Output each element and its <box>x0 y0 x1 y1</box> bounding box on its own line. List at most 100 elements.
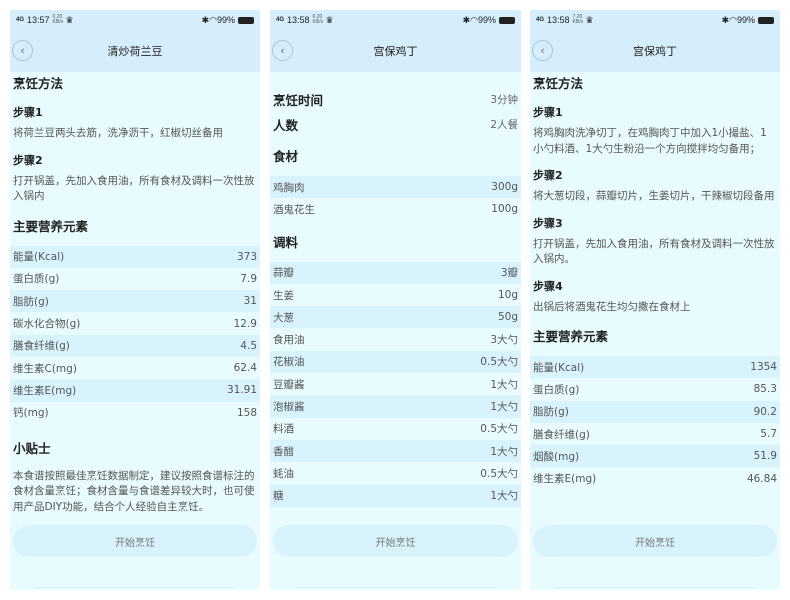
seasoning-name: 生姜 <box>273 289 294 302</box>
nutrition-name: 碳水化合物(g) <box>13 318 81 331</box>
info-name: 烹饪时间 <box>273 93 324 108</box>
step-title: 步骤2 <box>533 169 563 182</box>
scroll-content[interactable]: 烹饪方法 步骤1 将荷兰豆两头去筋，洗净沥干，红椒切丝备用 步骤2 打开锅盖，先加入食用… <box>10 72 260 527</box>
phone-screen-stir-fried-snow-peas: 4G 13:57 0.20 KB/s ♛ ✱ ◠ 99% ‹ 清炒荷兰豆 烹饪方法 步骤1 将荷兰… <box>10 10 260 590</box>
seasoning-name: 料酒 <box>273 423 294 436</box>
network-speed: 0.20 KB/s <box>52 14 64 25</box>
nutrition-name: 烟酸(mg) <box>533 450 580 463</box>
seasoning-name: 香醋 <box>273 445 294 458</box>
ingredient-table: 鸡胸肉 300g 酒鬼花生 100g <box>270 176 521 221</box>
scroll-content[interactable]: 烹饪时间 3分钟 人数 2人餐 食材 鸡胸肉 300g 酒鬼花生 100g 调料 蒜瓣 3瓣 生姜 10g… <box>270 72 521 527</box>
nutrition-row: 维生素E(mg) 31.91 <box>10 379 260 402</box>
crown-icon: ♛ <box>65 14 74 25</box>
seasoning-row: 糖 1大勺 <box>270 484 521 507</box>
battery-icon <box>499 16 515 24</box>
seasoning-name: 糖 <box>273 490 284 503</box>
nutrition-name: 膳食纤维(g) <box>13 340 70 353</box>
section-title-seasonings: 调料 <box>273 234 299 250</box>
seasoning-name: 食用油 <box>273 334 305 347</box>
tips-text: 本食谱按照最佳烹饪数据制定，建议按照食谱标注的食材含量烹饪；食材含量与食谱差异较… <box>13 469 255 513</box>
nutrition-row: 蛋白质(g) 7.9 <box>10 268 260 290</box>
clock: 13:58 <box>547 15 570 25</box>
battery-percent: 99% <box>477 15 496 25</box>
section-title-tips: 小贴士 <box>13 440 51 456</box>
seasoning-value: 1大勺 <box>490 445 518 458</box>
back-button[interactable]: ‹ <box>12 40 33 61</box>
start-cooking-button[interactable]: 开始烹饪 <box>273 525 518 557</box>
info-row: 烹饪时间 3分钟 <box>270 87 521 112</box>
step-title: 步骤4 <box>533 279 563 293</box>
status-bar: 4G 13:58 7.20 KB/s ♛ ✱ ◠ 99% <box>530 10 780 30</box>
seasoning-row: 料酒 0.5大勺 <box>270 418 521 440</box>
info-list: 烹饪时间 3分钟人数 2人餐 <box>270 87 521 137</box>
nutrition-value: 31.91 <box>226 384 257 397</box>
bluetooth-icon: ✱ <box>201 14 210 25</box>
seasoning-row: 大葱 50g <box>270 306 521 329</box>
header: ‹ 宫保鸡丁 <box>270 30 521 72</box>
seasoning-row: 花椒油 0.5大勺 <box>270 350 521 374</box>
network-speed: 0.20 KB/s <box>312 14 324 25</box>
nutrition-name: 维生素C(mg) <box>13 362 77 375</box>
network-speed: 7.20 KB/s <box>572 14 584 25</box>
ingredient-name: 鸡胸肉 <box>273 181 305 194</box>
start-cooking-button[interactable]: 开始烹饪 <box>533 525 777 557</box>
phone-screen-kung-pao-ingredients: 4G 13:58 0.20 KB/s ♛ ✱ ◠ 99% ‹ 宫保鸡丁烹饪时间 3分钟人数 2人… <box>270 10 521 590</box>
nutrition-value: 12.9 <box>233 317 257 330</box>
seasoning-value: 1大勺 <box>490 378 518 391</box>
seasoning-value: 3瓣 <box>500 267 518 280</box>
step-title: 步骤1 <box>533 106 563 119</box>
back-button[interactable]: ‹ <box>272 40 293 61</box>
ingredient-value: 300g <box>491 181 518 194</box>
nutrition-name: 膳食纤维(g) <box>533 428 590 441</box>
nutrition-row: 蛋白质(g) 85.3 <box>530 378 780 400</box>
network-indicator: 4G <box>536 17 545 23</box>
wifi-icon: ◠ <box>729 14 737 25</box>
seasoning-row: 香醋 1大勺 <box>270 439 521 463</box>
nutrition-value: 90.2 <box>753 405 777 418</box>
status-bar: 4G 13:57 0.20 KB/s ♛ ✱ ◠ 99% <box>10 10 260 30</box>
nutrition-row: 脂肪(g) 31 <box>10 290 260 313</box>
seasoning-row: 蒜瓣 3瓣 <box>270 261 521 284</box>
seasoning-value: 1大勺 <box>490 490 518 503</box>
nutrition-value: 158 <box>236 406 257 419</box>
seasoning-row: 食用油 3大勺 <box>270 328 521 350</box>
start-cooking-button[interactable]: 开始烹饪 <box>13 525 257 557</box>
info-name: 人数 <box>273 118 299 133</box>
nutrition-row: 脂肪(g) 90.2 <box>530 400 780 423</box>
ingredient-row: 酒鬼花生 100g <box>270 198 521 220</box>
clock: 13:57 <box>27 15 50 25</box>
seasoning-name: 豆瓣酱 <box>273 378 305 391</box>
seasoning-value: 3大勺 <box>490 334 518 347</box>
nutrition-row: 膳食纤维(g) 5.7 <box>530 423 780 445</box>
page-title: 清炒荷兰豆 <box>107 45 163 58</box>
nutrition-name: 能量(Kcal) <box>533 361 585 374</box>
nutrition-name: 脂肪(g) <box>13 295 49 308</box>
seasoning-table: 蒜瓣 3瓣 生姜 10g 大葱 50g 食用油 3大勺 花椒油 0.5大勺 豆瓣酱 1大勺 泡椒酱 1大勺… <box>270 261 521 507</box>
nutrition-row: 膳食纤维(g) 4.5 <box>10 334 260 357</box>
nutrition-value: 1354 <box>750 361 777 374</box>
page-title: 宫保鸡丁 <box>633 45 677 58</box>
nutrition-name: 蛋白质(g) <box>533 383 580 396</box>
back-button[interactable]: ‹ <box>532 40 553 61</box>
section-title-method: 烹饪方法 <box>13 76 64 91</box>
scroll-content[interactable]: 烹饪方法 步骤1 将鸡胸肉洗净切丁，在鸡胸肉丁中加入1小撮盐、1小勺料酒、1大勺生粉… <box>530 72 780 527</box>
seasoning-row: 生姜 10g <box>270 284 521 306</box>
wifi-icon: ◠ <box>209 14 217 25</box>
step-title: 步骤1 <box>13 106 43 119</box>
nutrition-value: 5.7 <box>760 428 777 441</box>
nutrition-value: 62.4 <box>233 362 257 375</box>
step-text: 打开锅盖，先加入食用油，所有食材及调料一次性放入锅内 <box>13 174 255 203</box>
seasoning-row: 泡椒酱 1大勺 <box>270 395 521 418</box>
step-text: 打开锅盖，先加入食用油，所有食材及调料一次性放入锅内。 <box>533 237 775 266</box>
nutrition-row: 能量(Kcal) 1354 <box>530 356 780 379</box>
seasoning-row: 豆瓣酱 1大勺 <box>270 373 521 395</box>
battery-icon <box>238 16 254 24</box>
seasoning-name: 花椒油 <box>273 356 305 369</box>
status-bar: 4G 13:58 0.20 KB/s ♛ ✱ ◠ 99% <box>270 10 521 30</box>
nutrition-name: 脂肪(g) <box>533 406 569 419</box>
info-value: 2人餐 <box>490 119 518 131</box>
nutrition-value: 85.3 <box>753 383 777 396</box>
network-indicator: 4G <box>276 17 285 23</box>
nutrition-name: 维生素E(mg) <box>533 473 597 486</box>
bottom-tabs <box>295 587 496 590</box>
